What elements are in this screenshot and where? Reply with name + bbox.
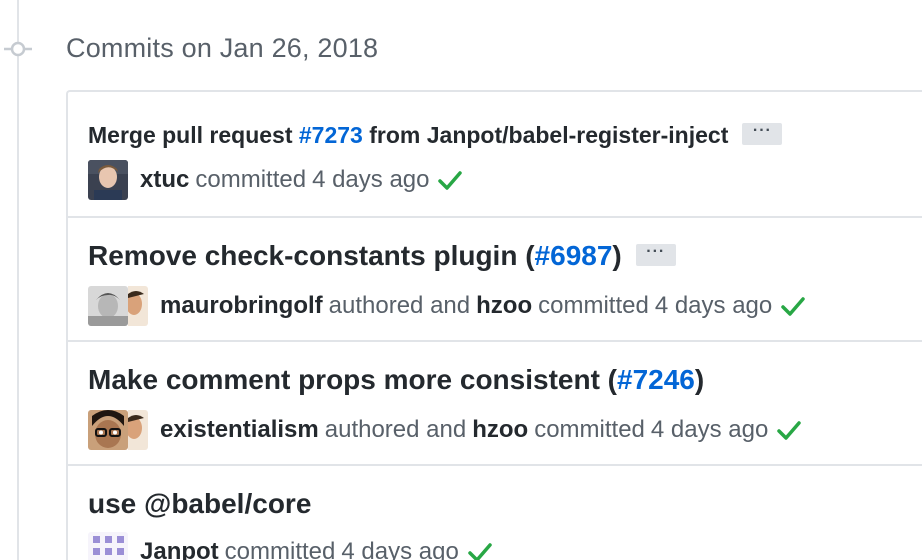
committer-link[interactable]: hzoo [472,416,528,444]
commit-title-text[interactable]: Remove check-constants plugin ( [88,240,535,271]
authored-label: authored and [324,416,467,443]
avatar[interactable] [88,160,128,200]
committed-label: committed [224,538,336,560]
commit-time[interactable]: 4 days ago [312,166,429,194]
commit-meta: Janpot committed 4 days ago [88,532,493,560]
check-icon[interactable] [467,541,493,560]
commit-row: Make comment props more consistent (#724… [68,340,922,466]
commit-meta: xtuc committed 4 days ago [88,160,463,200]
author-avatar[interactable] [88,410,128,450]
check-icon[interactable] [776,419,802,441]
commit-title-text[interactable]: from Janpot/babel-register-inject [363,122,728,148]
avatar[interactable] [88,532,128,560]
commit-title-text[interactable]: ) [695,364,704,395]
commit-meta: maurobringolf authored and hzoo committe… [88,286,806,326]
commit-title[interactable]: Make comment props more consistent (#724… [88,364,704,396]
commit-title[interactable]: Remove check-constants plugin (#6987) ··· [88,240,676,272]
avatar-stack [88,410,148,450]
author-link[interactable]: maurobringolf [160,292,323,320]
commit-title-text[interactable]: use @babel/core [88,488,311,519]
authored-label: authored and [328,292,471,319]
commit-meta: existentialism authored and hzoo committ… [88,410,802,450]
commit-time[interactable]: 4 days ago [655,292,772,320]
commit-group-heading: Commits on Jan 26, 2018 [66,33,379,63]
issue-link[interactable]: #6987 [535,240,613,271]
commit-title-text[interactable]: Merge pull request [88,122,299,148]
commit-row: use @babel/core Janpot committed 4 days … [68,464,922,560]
author-avatar[interactable] [88,286,128,326]
commits-page: Commits on Jan 26, 2018 Merge pull reque… [0,0,922,560]
commit-row: Merge pull request #7273 from Janpot/bab… [68,92,922,218]
issue-link[interactable]: #7246 [617,364,695,395]
check-icon[interactable] [437,169,463,191]
committed-label: committed [534,416,645,443]
expand-message-button[interactable]: ··· [635,243,676,266]
committer-avatar[interactable] [128,286,148,326]
commit-list: Merge pull request #7273 from Janpot/bab… [66,90,922,560]
committed-label: committed [195,166,307,193]
git-commit-icon [4,41,32,57]
timeline-line [17,0,19,560]
avatar-stack [88,286,148,326]
commit-title[interactable]: use @babel/core [88,488,311,520]
committer-avatar[interactable] [128,410,148,450]
expand-message-button[interactable]: ··· [742,122,783,145]
commit-time[interactable]: 4 days ago [651,416,768,444]
commit-title-text[interactable]: ) [612,240,621,271]
check-icon[interactable] [780,295,806,317]
committer-link[interactable]: hzoo [476,292,532,320]
commit-title-text[interactable]: Make comment props more consistent ( [88,364,617,395]
committer-link[interactable]: xtuc [140,166,189,194]
committer-link[interactable]: Janpot [140,538,219,560]
issue-link[interactable]: #7273 [299,122,363,148]
commit-row: Remove check-constants plugin (#6987) ··· [68,216,922,342]
commit-time[interactable]: 4 days ago [341,538,458,560]
committed-label: committed [538,292,649,319]
commit-title[interactable]: Merge pull request #7273 from Janpot/bab… [88,122,783,149]
author-link[interactable]: existentialism [160,416,319,444]
